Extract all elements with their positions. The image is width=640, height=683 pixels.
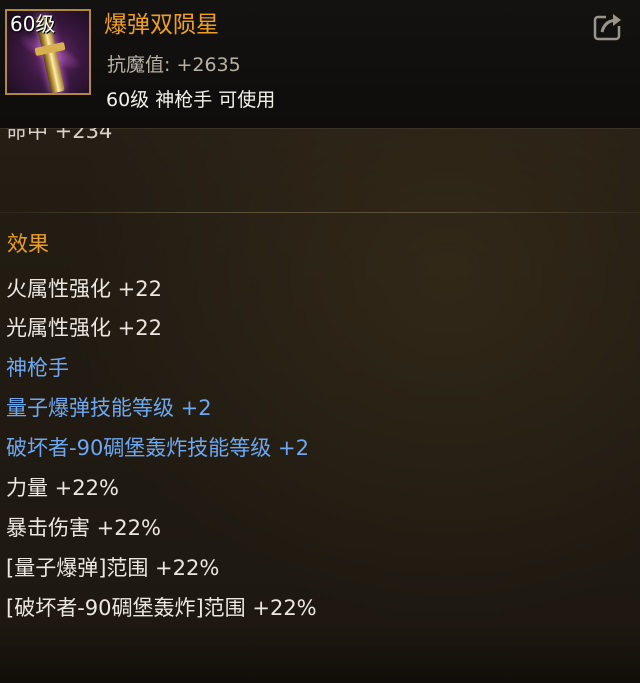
effect-light-enhance: 光属性强化 +22 bbox=[6, 316, 162, 340]
tooltip-body: 命中 +234 效果 火属性强化 +22 光属性强化 +22 神枪手 量子爆弹技… bbox=[0, 128, 640, 683]
item-tooltip: 60级 爆弹双陨星 抗魔值: +2635 60级 神枪手 可使用 命中 +234… bbox=[0, 0, 640, 683]
effects-title: 效果 bbox=[7, 232, 49, 256]
tooltip-header: 60级 爆弹双陨星 抗魔值: +2635 60级 神枪手 可使用 bbox=[0, 0, 640, 129]
item-name: 爆弹双陨星 bbox=[104, 12, 219, 38]
effect-skill-level: 破坏者-90碉堡轰炸技能等级 +2 bbox=[6, 436, 309, 460]
effect-strength: 力量 +22% bbox=[6, 476, 119, 500]
golden-hand-cannon-icon[interactable]: 60级 bbox=[5, 9, 91, 95]
share-export-icon[interactable] bbox=[592, 10, 624, 42]
magic-resistance-stat: 抗魔值: +2635 bbox=[107, 54, 241, 76]
effect-fire-enhance: 火属性强化 +22 bbox=[6, 277, 162, 301]
effect-class-header: 神枪手 bbox=[6, 356, 69, 380]
partial-stat-line: 命中 +234 bbox=[6, 128, 113, 143]
effect-crit-damage: 暴击伤害 +22% bbox=[6, 516, 161, 540]
usage-requirement: 60级 神枪手 可使用 bbox=[106, 89, 276, 111]
effect-skill-range: [量子爆弹]范围 +22% bbox=[6, 556, 220, 580]
level-badge: 60级 bbox=[10, 12, 56, 36]
effect-skill-level: 量子爆弹技能等级 +2 bbox=[6, 396, 212, 420]
section-divider bbox=[0, 212, 640, 213]
effect-skill-range: [破坏者-90碉堡轰炸]范围 +22% bbox=[6, 596, 317, 620]
